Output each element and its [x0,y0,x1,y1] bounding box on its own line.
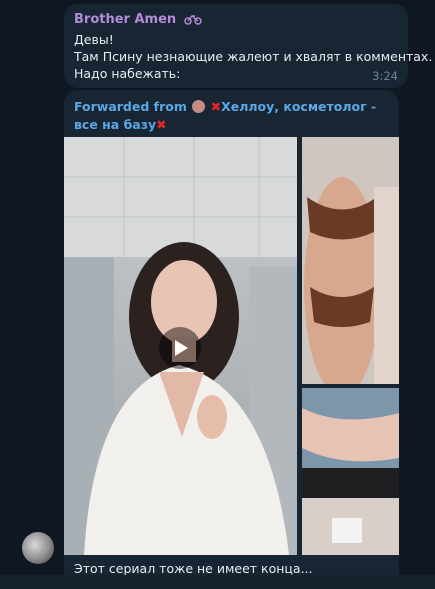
cross-mark-icon: ✖ [210,99,222,114]
play-icon [175,340,188,356]
channel-avatar-icon [192,100,206,113]
message-line: Там Псину незнающие жалеют и хвалят в ко… [74,49,433,64]
forwarded-header[interactable]: Forwarded from ✖Хеллоу, косметолог - все… [74,98,392,134]
photo-thumbnail[interactable] [302,137,399,384]
post-caption: Этот сериал тоже не имеет конца... [74,561,313,576]
play-button[interactable] [159,327,201,369]
video-thumbnail[interactable] [64,137,297,555]
user-avatar[interactable] [22,532,54,564]
sender-name-text[interactable]: Brother Amen [74,12,176,27]
message-time: 3:24 [372,69,398,83]
forwarded-message-bubble[interactable]: Forwarded from ✖Хеллоу, косметолог - все… [64,90,399,580]
forwarded-prefix: Forwarded from [74,99,187,114]
chat-area: Brother Amen Девы! Там Псину незнающие ж… [0,0,435,589]
photo-thumbnail[interactable] [302,388,399,555]
sender-name[interactable]: Brother Amen [74,12,202,29]
message-line: Надо набежать: [74,66,181,81]
message-text: Девы! Там Псину незнающие жалеют и хваля… [74,31,433,82]
input-bar[interactable] [0,575,435,589]
photo-illustration [302,137,399,384]
message-bubble[interactable]: Brother Amen Девы! Там Псину незнающие ж… [64,4,433,88]
cross-mark-icon: ✖ [156,117,167,132]
photo-illustration [302,388,399,555]
bicycle-icon [183,13,202,29]
message-line: Девы! [74,32,114,47]
